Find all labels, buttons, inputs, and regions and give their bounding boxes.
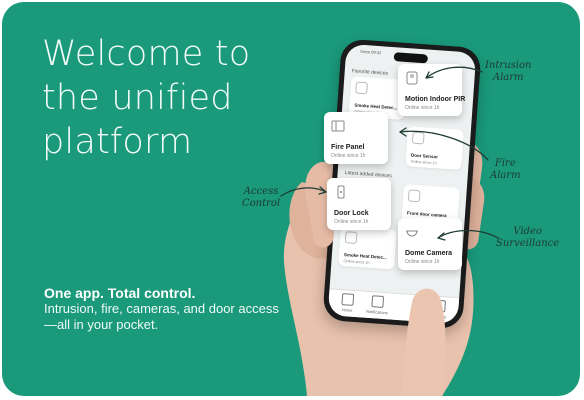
label-fire-alarm: Fire Alarm: [490, 158, 521, 182]
label-line: Fire: [494, 158, 516, 169]
label-line: Intrusion: [485, 60, 532, 71]
hero-banner: Welcome to the unified platform One app.…: [2, 2, 580, 396]
arrow-intrusion: [425, 66, 483, 79]
label-line: Control: [242, 198, 281, 209]
arrow-video: [437, 229, 499, 239]
label-line: Access: [243, 186, 279, 197]
label-video-surveillance: Video Surveillance: [496, 226, 559, 250]
label-line: Video: [513, 226, 542, 237]
arrow-fire: [399, 130, 489, 161]
label-line: Surveillance: [496, 238, 560, 249]
label-intrusion-alarm: Intrusion Alarm: [485, 60, 531, 84]
label-line: Alarm: [490, 170, 521, 181]
label-access-control: Access Control: [242, 186, 280, 210]
arrow-access: [280, 187, 327, 197]
label-line: Alarm: [492, 72, 524, 83]
